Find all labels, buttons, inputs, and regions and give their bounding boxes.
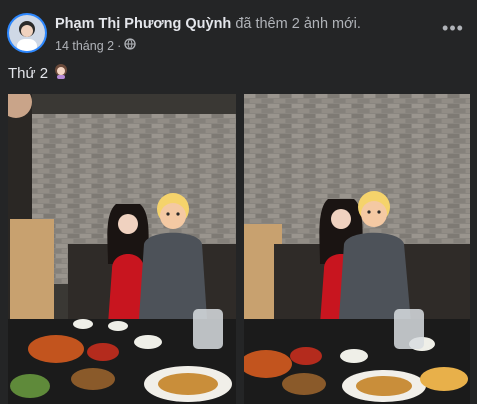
author-avatar[interactable] [7, 13, 47, 53]
post-photo-1[interactable] [8, 94, 236, 404]
more-options-icon[interactable]: ••• [441, 18, 465, 38]
post-action-text: đã thêm 2 ảnh mới. [235, 16, 361, 32]
post-caption: Thứ 2 [8, 63, 69, 83]
author-name[interactable]: Phạm Thị Phương Quỳnh [55, 16, 231, 32]
post-header: Phạm Thị Phương Quỳnh đã thêm 2 ảnh mới. [55, 16, 361, 32]
caption-text: Thứ 2 [8, 64, 49, 82]
globe-icon [124, 38, 136, 53]
facebook-post: Phạm Thị Phương Quỳnh đã thêm 2 ảnh mới.… [0, 0, 477, 404]
post-date[interactable]: 14 tháng 2 [55, 39, 114, 53]
woman-emoji-icon [53, 63, 69, 83]
meta-separator: · [117, 38, 122, 53]
post-photo-2[interactable] [244, 94, 470, 404]
post-meta: 14 tháng 2 · [55, 38, 136, 53]
